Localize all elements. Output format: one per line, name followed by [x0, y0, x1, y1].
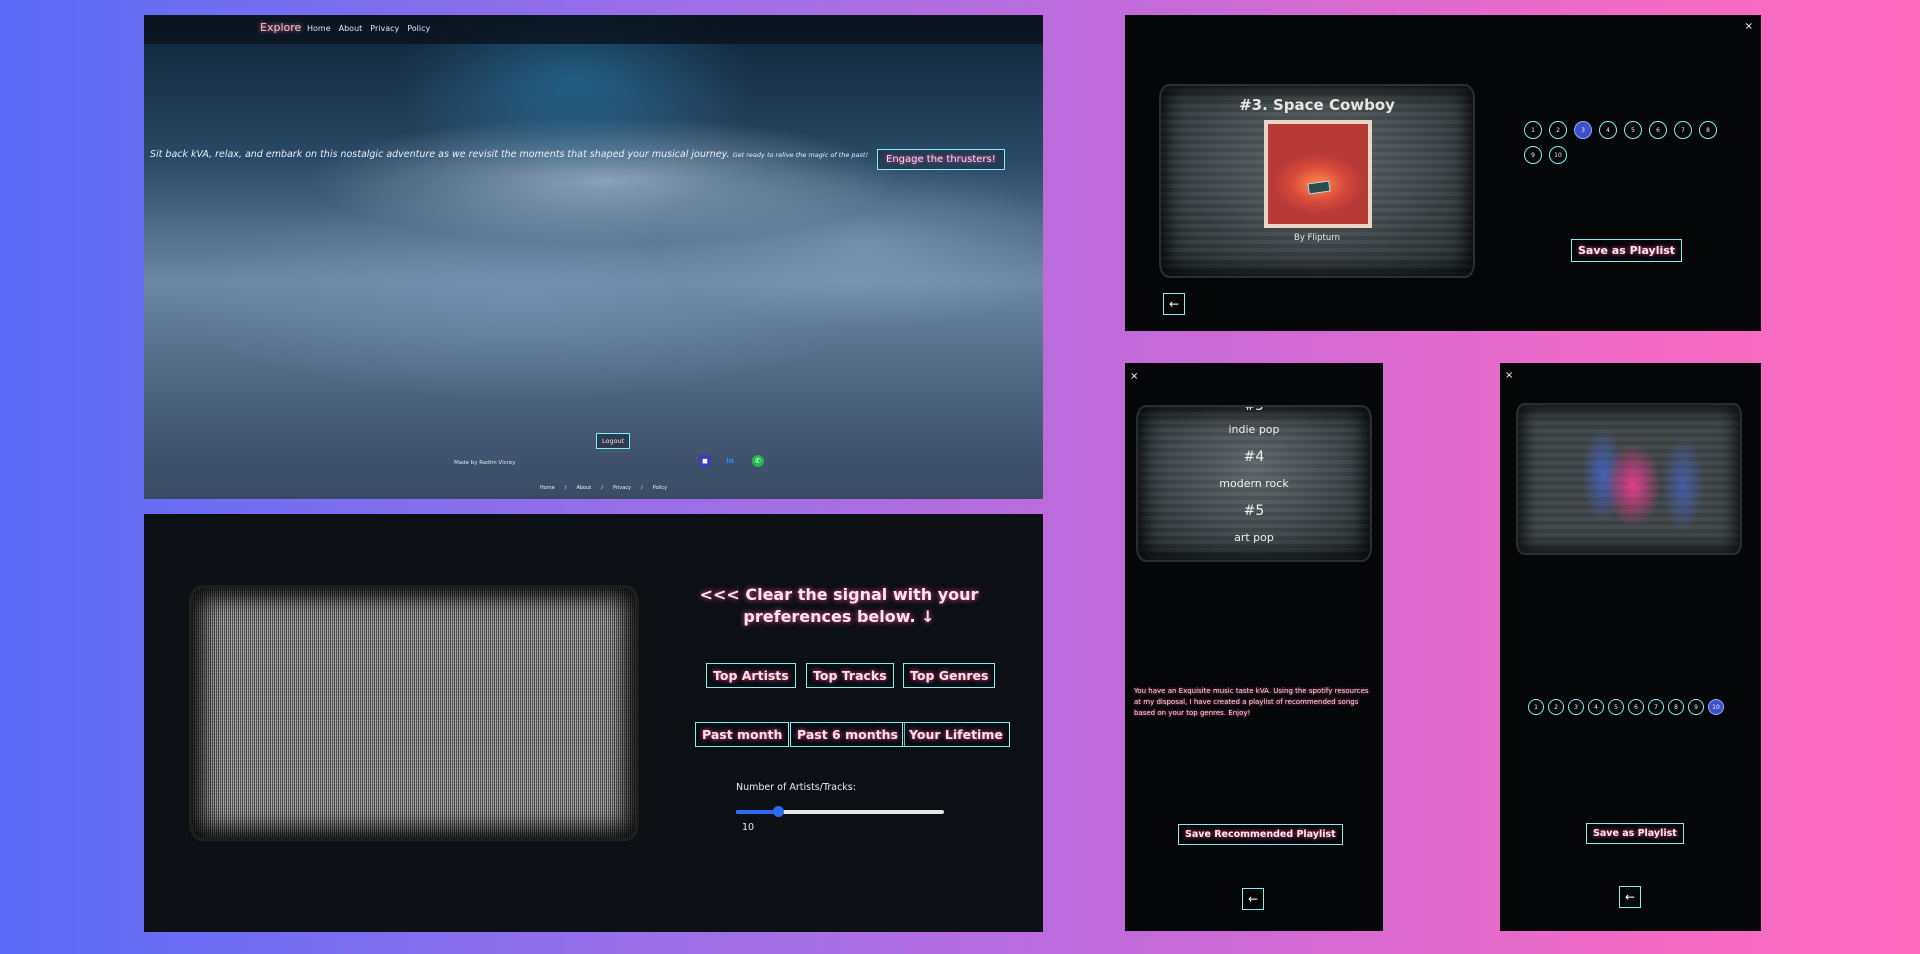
nav-privacy[interactable]: Privacy	[370, 24, 399, 33]
slider-thumb[interactable]	[772, 806, 784, 817]
crt-screen: #3 indie pop #4 modern rock #5 art pop	[1136, 405, 1372, 562]
page-dot[interactable]: 7	[1648, 699, 1664, 715]
slider-fill	[736, 810, 778, 814]
page-dot[interactable]: 8	[1668, 699, 1684, 715]
past-month-button[interactable]: Past month	[695, 722, 790, 747]
slider-label: Number of Artists/Tracks:	[736, 782, 856, 793]
save-playlist-button[interactable]: Save as Playlist	[1571, 239, 1683, 262]
footer-about[interactable]: About	[576, 485, 591, 491]
genre-rank: #4	[1243, 449, 1265, 465]
crt-screen: #3. Space Cowboy By Flipturn	[1159, 84, 1475, 278]
page-dot[interactable]: 7	[1674, 121, 1692, 139]
page-dot[interactable]: 3	[1574, 121, 1592, 139]
footer-sep: /	[601, 485, 603, 491]
page-dot[interactable]: 6	[1649, 121, 1667, 139]
footer-privacy[interactable]: Privacy	[613, 485, 631, 491]
page-dot[interactable]: 2	[1548, 699, 1564, 715]
preferences-panel: <<< Clear the signal with your preferenc…	[144, 514, 1043, 932]
back-button[interactable]: ←	[1242, 888, 1264, 910]
page-dot[interactable]: 4	[1588, 699, 1604, 715]
page-dot[interactable]: 5	[1624, 121, 1642, 139]
recommendation-message: You have an Exquisite music taste kVA. U…	[1134, 687, 1369, 717]
page-selector: 1 2 3 4 5 6 7 8 9 10	[1524, 121, 1724, 164]
logout-button[interactable]: Logout	[596, 433, 631, 449]
preferences-title: <<< Clear the signal with your preferenc…	[699, 585, 979, 626]
top-genres-button[interactable]: Top Genres	[903, 663, 996, 688]
track-title: #3. Space Cowboy	[1239, 96, 1395, 114]
hero-text: Sit back kVA, relax, and embark on this …	[150, 149, 868, 160]
page-dot[interactable]: 1	[1524, 121, 1542, 139]
save-recommended-button[interactable]: Save Recommended Playlist	[1178, 824, 1343, 845]
count-slider[interactable]	[736, 806, 944, 817]
page-dot[interactable]: 8	[1699, 121, 1717, 139]
footer-sep: /	[641, 485, 643, 491]
page-selector: 1 2 3 4 5 6 7 8 9 10	[1528, 699, 1758, 715]
page-dot[interactable]: 4	[1599, 121, 1617, 139]
genre-rank: #3	[1244, 405, 1264, 414]
past-6-months-button[interactable]: Past 6 months	[790, 722, 905, 747]
top-artists-button[interactable]: Top Artists	[706, 663, 796, 688]
github-icon[interactable]: ◼	[699, 455, 711, 467]
track-view-panel: × #3. Space Cowboy By Flipturn 12345678 9…	[1125, 15, 1761, 331]
footer-home[interactable]: Home	[540, 485, 555, 491]
back-button[interactable]: ←	[1619, 886, 1641, 908]
footer-policy[interactable]: Policy	[653, 485, 667, 491]
album-cover	[1264, 120, 1372, 228]
landing-panel: Explore Home About Privacy Policy Sit ba…	[144, 15, 1043, 499]
page-dot[interactable]: 3	[1568, 699, 1584, 715]
save-playlist-button[interactable]: Save as Playlist	[1586, 823, 1684, 844]
close-icon[interactable]: ×	[1745, 21, 1753, 32]
made-by-text: Made by Radim Vicrey	[454, 460, 516, 466]
back-button[interactable]: ←	[1163, 293, 1185, 315]
hero-main-text: Sit back kVA, relax, and embark on this …	[150, 149, 730, 160]
genre-name: art pop	[1234, 531, 1274, 544]
genre-rank: #5	[1243, 503, 1265, 519]
brand-logo[interactable]: Explore	[260, 21, 301, 34]
artist-portrait	[1516, 403, 1742, 555]
whatsapp-icon[interactable]: ✆	[752, 455, 764, 467]
page-dot[interactable]: 9	[1688, 699, 1704, 715]
page-dot[interactable]: 2	[1549, 121, 1567, 139]
nav-about[interactable]: About	[339, 24, 363, 33]
track-artist: By Flipturn	[1293, 233, 1341, 243]
genre-view-panel: × #3 indie pop #4 modern rock #5 art pop…	[1125, 363, 1383, 931]
genre-name: modern rock	[1219, 477, 1289, 490]
page-dot[interactable]: 10	[1549, 146, 1567, 164]
artist-view-panel: × 1 2 3 4 5 6 7 8 9 10 Save as Playlist ←	[1500, 363, 1761, 931]
page-dot[interactable]: 6	[1628, 699, 1644, 715]
nav-links: Home About Privacy Policy	[307, 24, 430, 33]
nav-home[interactable]: Home	[307, 24, 331, 33]
footer-sep: /	[564, 485, 567, 491]
close-icon[interactable]: ×	[1505, 370, 1513, 381]
close-icon[interactable]: ×	[1130, 371, 1138, 382]
tv-static-screen	[189, 585, 639, 841]
page-dot[interactable]: 5	[1608, 699, 1624, 715]
page-dot[interactable]: 10	[1708, 699, 1724, 715]
top-tracks-button[interactable]: Top Tracks	[806, 663, 894, 688]
slider-value: 10	[742, 822, 755, 833]
nav-policy[interactable]: Policy	[407, 24, 430, 33]
footer-links: Home / About / Privacy / Policy	[540, 485, 667, 491]
engage-button[interactable]: Engage the thrusters!	[877, 149, 1005, 170]
genre-name: indie pop	[1228, 423, 1280, 436]
hero-small-text: Get ready to relive the magic of the pas…	[732, 151, 869, 159]
page-dot[interactable]: 9	[1524, 146, 1542, 164]
lifetime-button[interactable]: Your Lifetime	[902, 722, 1010, 747]
page-dot[interactable]: 1	[1528, 699, 1544, 715]
linkedin-icon[interactable]: in	[724, 455, 736, 467]
